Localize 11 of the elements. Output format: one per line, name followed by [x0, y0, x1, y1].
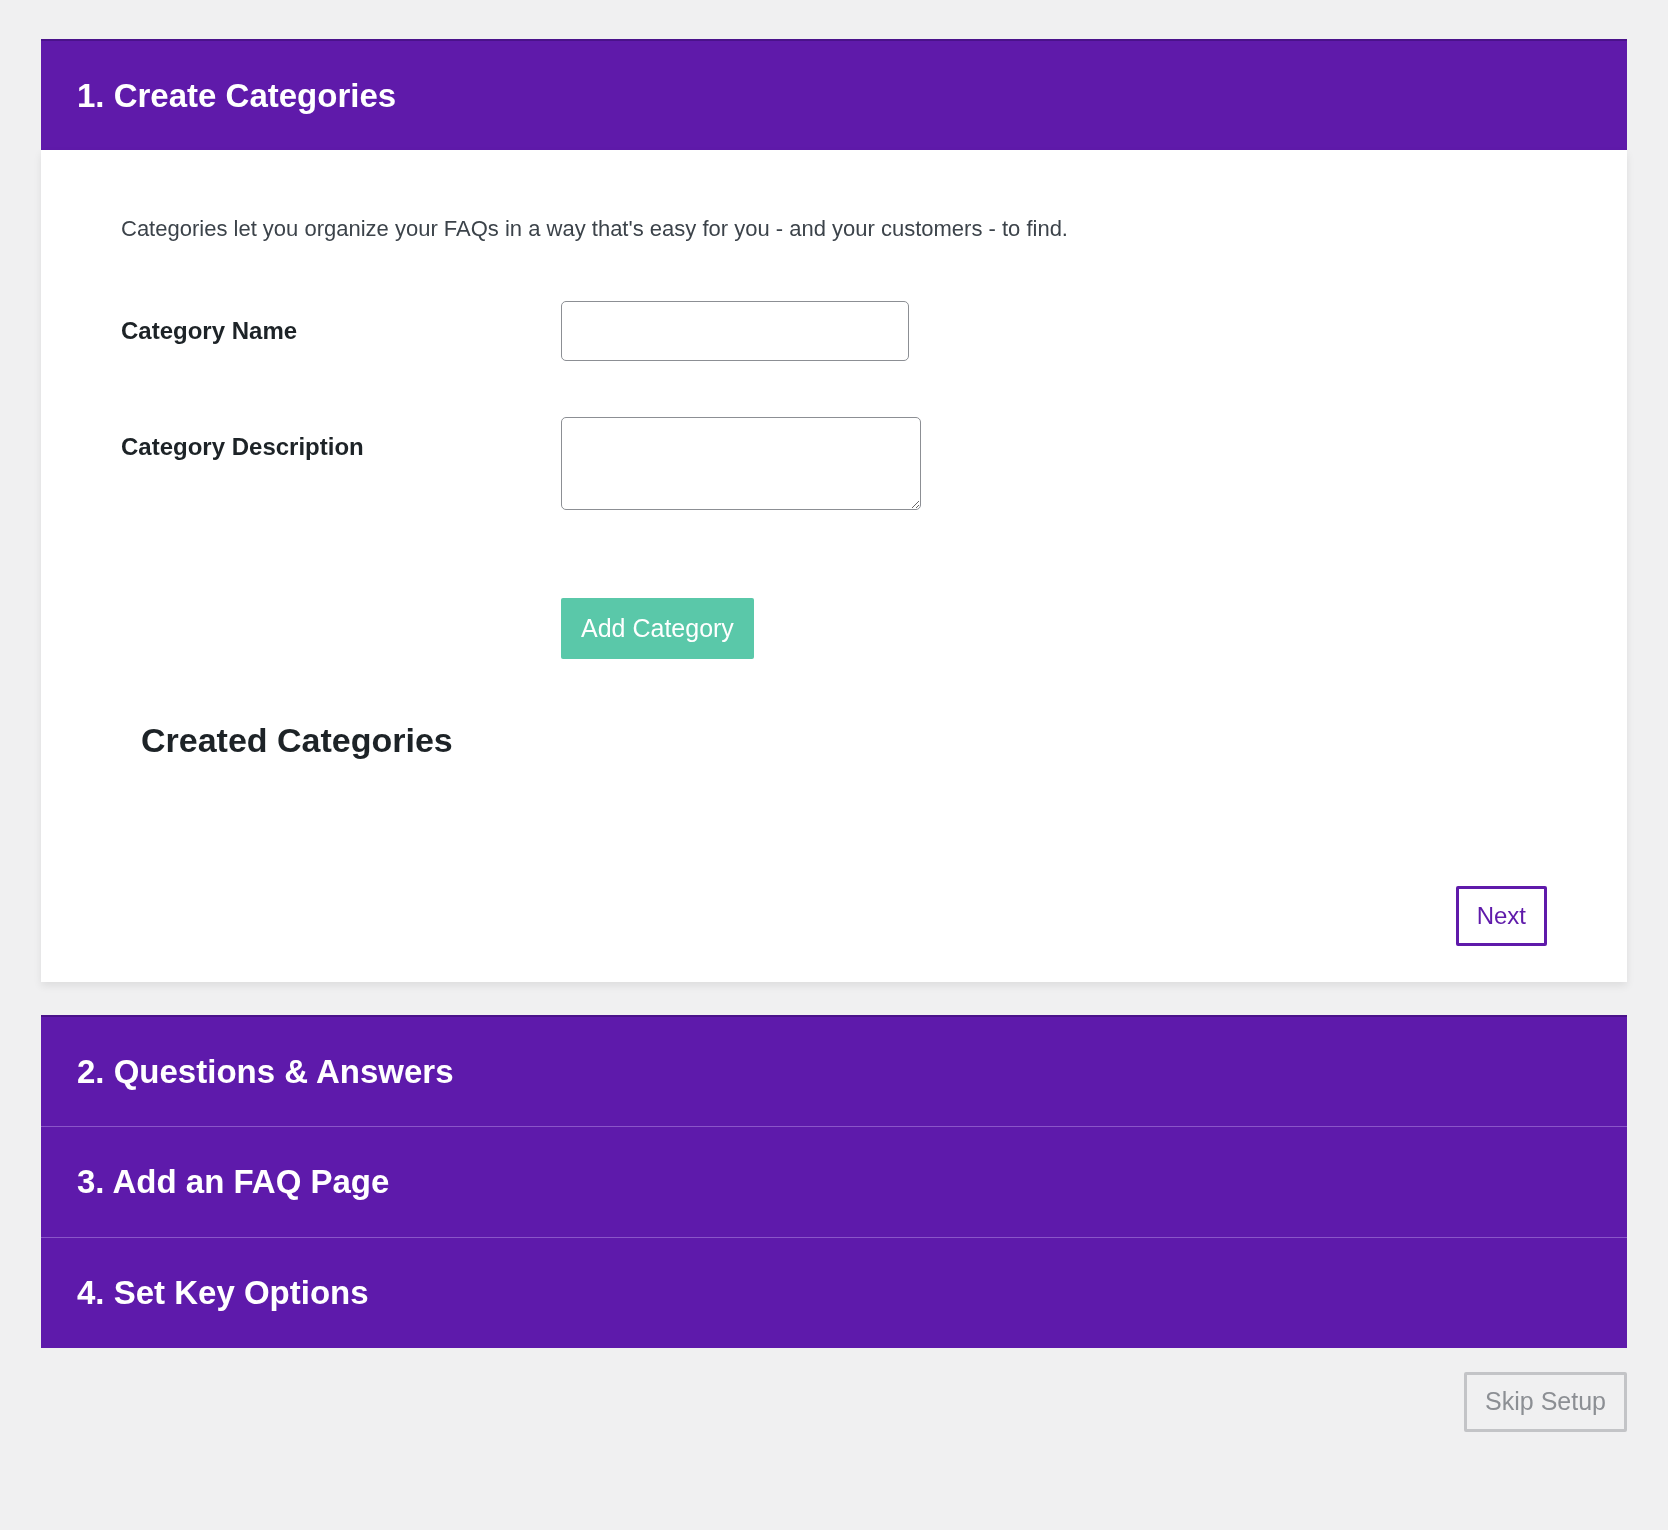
field-label: Category Name: [121, 316, 299, 346]
intro-text: Categories let you organize your FAQs in a way that's easy for you - and your customers - to find.: [121, 215, 1069, 243]
field-label: Category Description: [121, 432, 365, 462]
input-field[interactable]: [561, 301, 909, 361]
next-button[interactable]: Next: [1455, 886, 1547, 946]
section-heading: Created Categories: [141, 720, 454, 761]
step-header[interactable]: 2. Questions & Answers: [41, 1015, 1627, 1126]
step-header[interactable]: 4. Set Key Options: [41, 1237, 1627, 1348]
step-header[interactable]: 1. Create Categories: [41, 39, 1627, 150]
step-header[interactable]: 3. Add an FAQ Page: [41, 1126, 1627, 1237]
text-area[interactable]: [561, 417, 921, 510]
